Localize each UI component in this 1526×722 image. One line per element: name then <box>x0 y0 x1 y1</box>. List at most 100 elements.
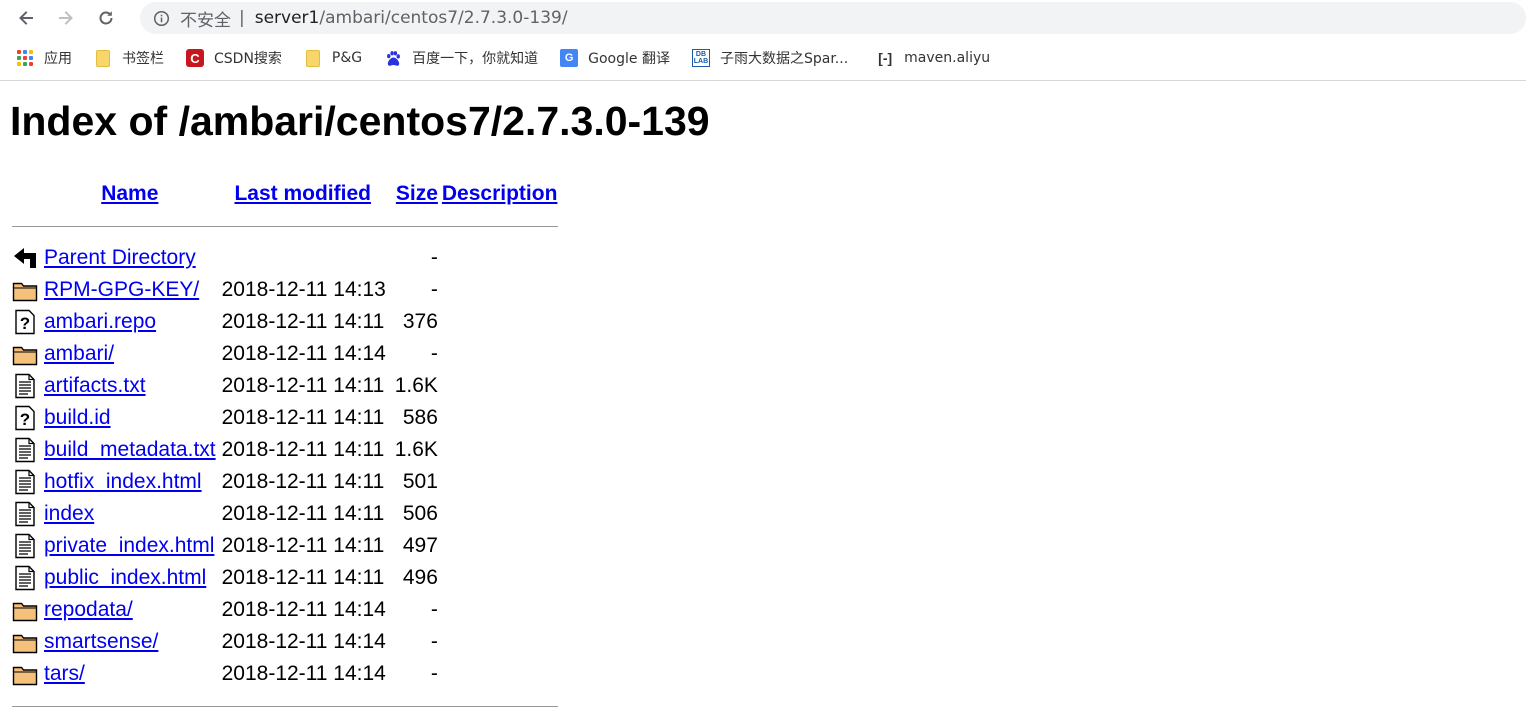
file-list: Parent Directory - RPM-GPG-KEY/2018-12-11 … <box>10 242 560 690</box>
sort-by-name-link[interactable]: Name <box>101 182 158 205</box>
folder-icon <box>304 49 322 67</box>
icon-header <box>10 178 42 210</box>
folder-icon <box>10 594 42 626</box>
bookmark-baidu[interactable]: 百度一下，你就知道 <box>384 48 538 68</box>
file-link[interactable]: hotfix_index.html <box>44 470 202 493</box>
file-link[interactable]: artifacts.txt <box>44 374 146 397</box>
table-row: repodata/2018-12-11 14:14 - <box>10 594 560 626</box>
description-cell <box>440 658 561 690</box>
security-label: 不安全 <box>180 10 231 31</box>
size-cell: 1.6K <box>394 438 438 461</box>
file-name-cell: RPM-GPG-KEY/ <box>42 274 218 306</box>
unknown-file-icon: ? <box>10 306 42 338</box>
size-cell: 501 <box>402 470 438 493</box>
description-cell <box>440 562 561 594</box>
browser-toolbar: 不安全 | server1/ambari/centos7/2.7.3.0-139… <box>0 0 1526 36</box>
sort-by-size-link[interactable]: Size <box>396 182 438 205</box>
bookmark-label: P&G <box>331 50 363 66</box>
sort-by-modified-link[interactable]: Last modified <box>234 182 371 205</box>
bookmark-folder-bookmarks-bar[interactable]: 书签栏 <box>94 48 164 68</box>
file-link[interactable]: build.id <box>44 406 111 429</box>
table-row: hotfix_index.html 2018-12-11 14:11 501 <box>10 466 560 498</box>
modified-cell: 2018-12-11 14:14 <box>221 598 386 621</box>
description-cell <box>440 530 561 562</box>
file-link[interactable]: Parent Directory <box>44 246 196 269</box>
forward-button[interactable] <box>46 0 86 36</box>
name-header: Name <box>42 178 218 210</box>
size-cell: 376 <box>402 310 438 333</box>
table-row: RPM-GPG-KEY/2018-12-11 14:13 - <box>10 274 560 306</box>
size-cell: - <box>430 246 438 269</box>
bookmark-label: 应用 <box>44 51 72 67</box>
description-cell <box>440 402 561 434</box>
bookmark-label: 子雨大数据之Spar... <box>719 51 849 67</box>
svg-text:?: ? <box>20 314 30 333</box>
bookmark-apps[interactable]: 应用 <box>16 48 72 68</box>
apps-grid-icon <box>16 49 34 67</box>
file-link[interactable]: RPM-GPG-KEY/ <box>44 278 199 301</box>
size-cell: 586 <box>402 406 438 429</box>
bookmark-folder-pg[interactable]: P&G <box>304 49 362 67</box>
modified-cell: 2018-12-11 14:14 <box>221 342 386 365</box>
file-name-cell: repodata/ <box>42 594 218 626</box>
file-name-cell: artifacts.txt <box>42 370 218 402</box>
size-cell: - <box>430 598 438 621</box>
address-bar[interactable]: 不安全 | server1/ambari/centos7/2.7.3.0-139… <box>140 2 1526 34</box>
size-header: Size <box>388 178 440 210</box>
file-link[interactable]: ambari/ <box>44 342 114 365</box>
text-file-icon <box>10 562 42 594</box>
text-file-icon <box>10 498 42 530</box>
address-host: server1 <box>254 8 320 28</box>
bookmark-dblab[interactable]: DB LAB 子雨大数据之Spar... <box>691 48 849 68</box>
description-cell <box>440 594 561 626</box>
footer-separator <box>10 690 560 722</box>
address-path: /ambari/centos7/2.7.3.0-139/ <box>319 8 568 28</box>
size-cell: - <box>430 278 438 301</box>
file-name-cell: hotfix_index.html <box>42 466 218 498</box>
table-row: ambari/2018-12-11 14:14 - <box>10 338 560 370</box>
page-content: Index of /ambari/centos7/2.7.3.0-139 Nam… <box>0 97 1526 722</box>
file-link[interactable]: index <box>44 502 94 525</box>
sort-by-description-link[interactable]: Description <box>442 182 558 205</box>
modified-cell: 2018-12-11 14:11 <box>221 406 385 429</box>
file-link[interactable]: public_index.html <box>44 566 206 589</box>
bookmark-label: 书签栏 <box>122 51 164 67</box>
file-link[interactable]: ambari.repo <box>44 310 156 333</box>
csdn-icon: C <box>186 49 204 67</box>
description-cell <box>440 338 561 370</box>
back-button[interactable] <box>6 0 46 36</box>
table-row: Parent Directory - <box>10 242 560 274</box>
file-link[interactable]: smartsense/ <box>44 630 158 653</box>
modified-cell: 2018-12-11 14:11 <box>221 438 385 461</box>
folder-icon <box>10 626 42 658</box>
description-cell <box>440 274 561 306</box>
file-link[interactable]: repodata/ <box>44 598 133 621</box>
modified-cell: 2018-12-11 14:11 <box>221 502 385 525</box>
text-file-icon <box>10 370 42 402</box>
table-row: build_metadata.txt 2018-12-11 14:11 1.6K <box>10 434 560 466</box>
table-row: ? build.id 2018-12-11 14:11 586 <box>10 402 560 434</box>
table-row: ? ambari.repo 2018-12-11 14:11 376 <box>10 306 560 338</box>
file-name-cell: tars/ <box>42 658 218 690</box>
dblab-icon: DB LAB <box>691 49 710 67</box>
table-row: tars/2018-12-11 14:14 - <box>10 658 560 690</box>
unknown-file-icon: ? <box>10 402 42 434</box>
description-cell <box>440 466 561 498</box>
file-link[interactable]: private_index.html <box>44 534 214 557</box>
bookmark-csdn[interactable]: C CSDN搜索 <box>186 48 282 68</box>
file-link[interactable]: build_metadata.txt <box>44 438 216 461</box>
back-arrow-icon <box>10 242 42 274</box>
file-name-cell: public_index.html <box>42 562 218 594</box>
reload-button[interactable] <box>86 0 126 36</box>
modified-cell: 2018-12-11 14:11 <box>221 534 385 557</box>
file-link[interactable]: tars/ <box>44 662 85 685</box>
bookmark-maven-aliyun[interactable]: [-] maven.aliyu <box>876 49 990 67</box>
modified-cell: 2018-12-11 14:13 <box>221 278 386 301</box>
folder-icon <box>94 49 112 67</box>
bookmark-google-translate[interactable]: G Google 翻译 <box>560 48 670 68</box>
folder-icon <box>10 274 42 306</box>
info-icon[interactable] <box>152 9 170 27</box>
folder-icon <box>10 658 42 690</box>
text-file-icon <box>10 466 42 498</box>
baidu-icon <box>384 49 402 67</box>
